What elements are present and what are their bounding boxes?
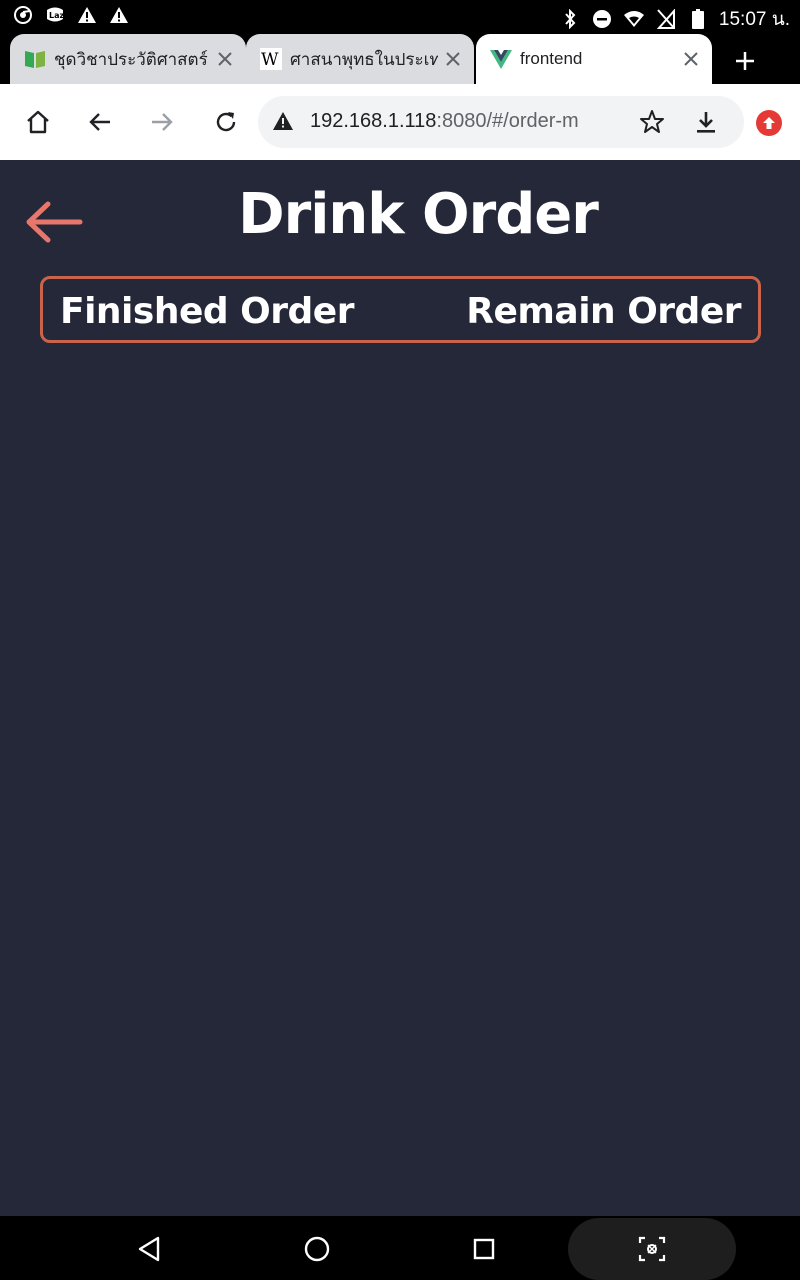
nav-recents-button[interactable] <box>469 1234 499 1264</box>
svg-text:Laz: Laz <box>49 11 64 20</box>
nav-home-button[interactable] <box>302 1234 332 1264</box>
tab-title: ชุดวิชาประวัติศาสตร์ <box>54 49 208 70</box>
status-time: 15:07 น. <box>718 9 790 30</box>
tab-title: ศาสนาพุทธในประเทศ <box>290 49 438 70</box>
home-button[interactable] <box>20 104 56 140</box>
warning-icon <box>76 4 98 26</box>
do-not-disturb-icon <box>591 8 613 30</box>
warning-icon <box>108 4 130 26</box>
wifi-icon <box>623 8 645 30</box>
reload-button[interactable] <box>208 104 244 140</box>
download-icon[interactable] <box>692 108 720 141</box>
no-sim-icon <box>655 8 677 30</box>
book-icon <box>24 48 46 70</box>
tab-history[interactable]: ชุดวิชาประวัติศาสตร์ <box>10 34 246 84</box>
page-content: Drink Order Finished Order Remain Order <box>0 160 800 1216</box>
url-text[interactable]: 192.168.1.118:8080/#/order-m <box>310 110 579 133</box>
status-bar: Laz 15:07 น. <box>0 0 800 32</box>
vue-icon <box>490 48 512 70</box>
url-host: 192.168.1.118 <box>310 110 437 132</box>
close-icon[interactable] <box>438 44 468 74</box>
chrome-icon <box>12 4 34 26</box>
url-path: :8080/#/order-m <box>436 110 579 132</box>
nav-back-button[interactable] <box>134 1234 164 1264</box>
screenshot-button[interactable] <box>568 1218 736 1280</box>
close-icon[interactable] <box>210 44 240 74</box>
update-button[interactable] <box>756 110 782 136</box>
screenshot-icon <box>638 1236 666 1262</box>
close-icon[interactable] <box>676 44 706 74</box>
battery-icon <box>687 8 709 30</box>
plus-icon <box>736 52 754 70</box>
tab-title: frontend <box>520 49 583 68</box>
lazada-icon: Laz <box>44 4 66 26</box>
page-title: Drink Order <box>238 182 599 247</box>
back-button[interactable] <box>82 104 118 140</box>
bookmark-star-icon[interactable] <box>638 108 666 141</box>
tab-strip: ชุดวิชาประวัติศาสตร์ W ศาสนาพุทธในประเทศ… <box>0 32 800 84</box>
home-icon <box>27 110 49 134</box>
navigation-bar <box>0 1216 800 1280</box>
not-secure-icon[interactable] <box>272 110 294 137</box>
svg-text:W: W <box>261 50 279 70</box>
wikipedia-icon: W <box>260 48 282 70</box>
arrow-up-icon <box>763 117 775 129</box>
arrow-left-icon <box>89 113 110 131</box>
arrow-right-icon <box>152 113 173 131</box>
forward-button[interactable] <box>144 104 180 140</box>
browser-toolbar: 192.168.1.118:8080/#/order-m <box>0 84 800 160</box>
circle-home-icon <box>304 1236 330 1262</box>
address-bar[interactable]: 192.168.1.118:8080/#/order-m <box>258 96 744 148</box>
finished-order-tab[interactable]: Finished Order <box>60 291 354 332</box>
bluetooth-icon <box>559 8 581 30</box>
triangle-back-icon <box>138 1236 160 1262</box>
tab-buddhism[interactable]: W ศาสนาพุทธในประเทศ <box>246 34 474 84</box>
remain-order-tab[interactable]: Remain Order <box>466 291 741 332</box>
new-tab-button[interactable] <box>728 44 762 78</box>
reload-icon <box>216 112 236 132</box>
order-tabs: Finished Order Remain Order <box>40 276 761 343</box>
square-recents-icon <box>473 1238 495 1260</box>
tab-frontend[interactable]: frontend <box>476 34 712 84</box>
